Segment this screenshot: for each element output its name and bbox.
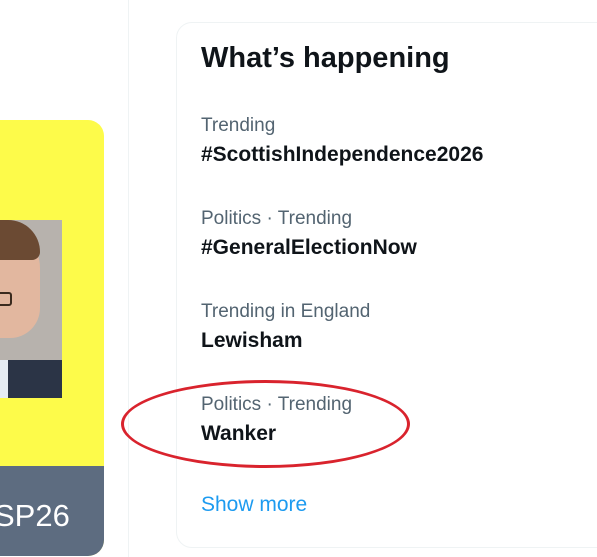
trend-name: Lewisham — [201, 329, 303, 352]
promo-card[interactable]: SP26 — [0, 120, 104, 556]
trend-name: Wanker — [201, 422, 277, 445]
photo-suit — [0, 360, 62, 398]
trend-meta: Trending in England — [201, 301, 371, 322]
promo-photo — [0, 220, 62, 398]
photo-glasses — [0, 292, 12, 306]
show-more-link[interactable]: Show more — [201, 493, 307, 517]
trend-item-2[interactable]: Politics · Trending #GeneralElectionNow — [177, 208, 597, 298]
panel-title: What’s happening — [201, 42, 450, 74]
trend-meta: Politics · Trending — [201, 208, 353, 229]
photo-shirt — [0, 360, 8, 398]
trend-name: #GeneralElectionNow — [201, 236, 417, 259]
trend-item-3[interactable]: Trending in England Lewisham — [177, 301, 597, 391]
trend-meta: Trending — [201, 115, 276, 136]
column-divider — [128, 0, 129, 557]
promo-banner-text: SP26 — [0, 498, 70, 533]
trend-name: #ScottishIndependence2026 — [201, 143, 484, 166]
photo-hair — [0, 220, 40, 260]
trend-item-1[interactable]: Trending #ScottishIndependence2026 — [177, 115, 597, 205]
promo-banner: SP26 — [0, 466, 104, 556]
trend-item-4[interactable]: Politics · Trending Wanker — [177, 394, 597, 484]
trend-meta: Politics · Trending — [201, 394, 353, 415]
trends-panel: What’s happening Trending #ScottishIndep… — [176, 22, 597, 548]
